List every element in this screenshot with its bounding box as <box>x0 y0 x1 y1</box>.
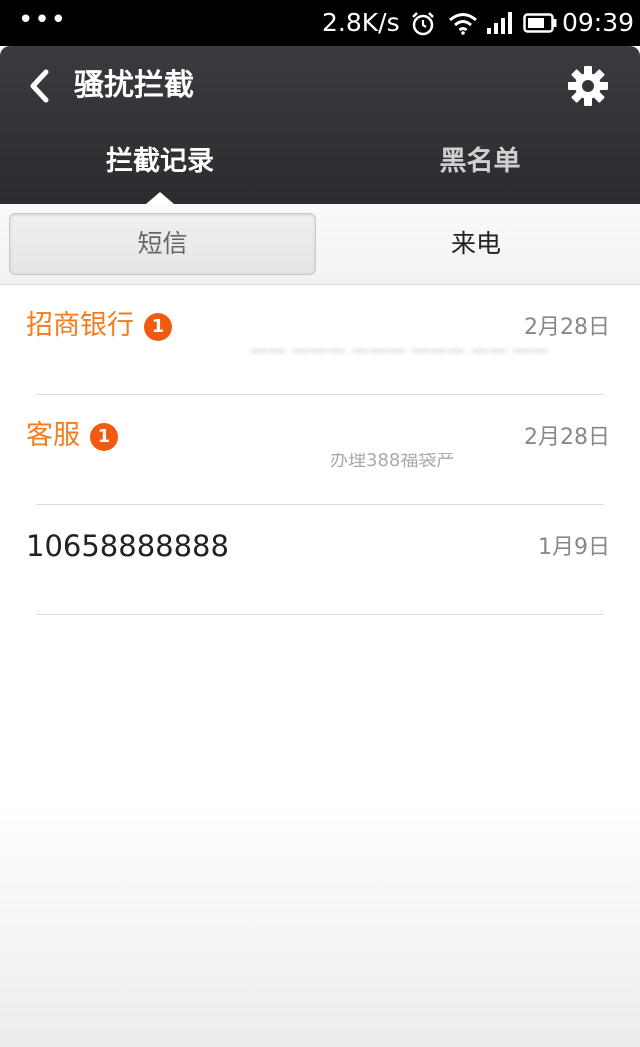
message-date: 1月9日 <box>538 535 610 560</box>
back-arrow-icon[interactable] <box>24 66 58 106</box>
divider <box>36 614 604 615</box>
message-date: 2月28日 <box>524 315 610 340</box>
app-header: 骚扰拦截 拦截记录 黑名单 <box>0 46 640 204</box>
status-bar: ••• 2.8K/s 09:39 <box>0 0 640 46</box>
sender-name: 招商银行 1 <box>26 309 172 343</box>
active-tab-indicator <box>146 192 174 204</box>
network-speed: 2.8K/s <box>322 8 400 37</box>
message-preview: 办理388福袋产 <box>330 453 455 469</box>
tab-blacklist[interactable]: 黑名单 <box>380 142 580 182</box>
unread-badge: 1 <box>144 313 172 341</box>
gear-icon[interactable] <box>566 64 610 108</box>
sender-name: 10658888888 <box>26 529 229 563</box>
sender-label: 招商银行 <box>26 310 134 341</box>
tab-intercept-records[interactable]: 拦截记录 <box>60 142 260 182</box>
notification-dots-icon: ••• <box>18 5 68 35</box>
page-title: 骚扰拦截 <box>74 68 194 103</box>
battery-icon <box>523 13 557 33</box>
unread-badge: 1 <box>90 423 118 451</box>
list-item[interactable]: 招商银行 1 2月28日 —— ——— ——— ——— —— —— <box>0 285 640 395</box>
segment-sms[interactable]: 短信 <box>9 213 316 275</box>
message-list: 招商银行 1 2月28日 —— ——— ——— ——— —— —— 客服 1 2月2… <box>0 285 640 615</box>
sender-name: 客服 1 <box>26 419 118 453</box>
alarm-clock-icon <box>412 12 434 36</box>
segmented-control: 短信 来电 <box>0 204 640 285</box>
sender-label: 10658888888 <box>26 529 229 563</box>
clock-time: 09:39 <box>562 8 635 37</box>
message-preview: —— ——— ——— ——— —— —— <box>250 343 549 359</box>
segment-calls[interactable]: 来电 <box>320 213 632 275</box>
sender-label: 客服 <box>26 420 80 451</box>
background-gradient <box>0 800 640 1047</box>
signal-strength-icon <box>487 12 512 34</box>
list-item[interactable]: 10658888888 1月9日 <box>0 505 640 615</box>
list-item[interactable]: 客服 1 2月28日 办理388福袋产 <box>0 395 640 505</box>
wifi-icon <box>449 13 477 35</box>
message-date: 2月28日 <box>524 425 610 450</box>
